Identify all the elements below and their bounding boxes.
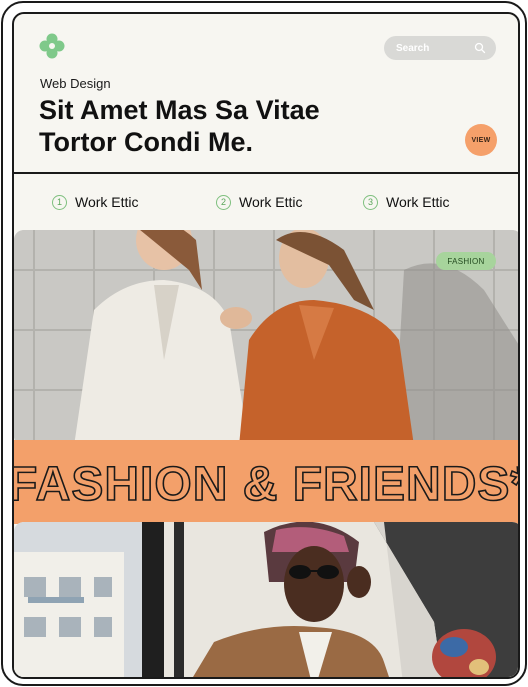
step-label: Work Ettic <box>239 194 303 210</box>
category-badge[interactable]: FASHION <box>436 252 496 270</box>
step-item-3[interactable]: 3 Work Ettic <box>363 194 450 210</box>
clover-logo-icon[interactable] <box>38 32 66 60</box>
hero-photo: FASHION <box>14 230 518 446</box>
tablet-frame: Search Web Design Sit Amet Mas Sa Vitae … <box>1 1 527 686</box>
search-input[interactable]: Search <box>384 36 496 60</box>
feature-photo <box>14 522 518 677</box>
step-item-2[interactable]: 2 Work Ettic <box>216 194 303 210</box>
banner-text-graphic: FASHION & FRIENDS* <box>14 457 520 512</box>
feature-photo-illustration <box>14 522 518 677</box>
page-title: Sit Amet Mas Sa Vitae Tortor Condi Me. <box>39 95 320 157</box>
divider <box>14 172 518 174</box>
step-item-1[interactable]: 1 Work Ettic <box>52 194 139 210</box>
step-number: 3 <box>363 194 378 210</box>
search-placeholder: Search <box>396 42 430 54</box>
marquee-banner: FASHION & FRIENDS* <box>14 440 520 524</box>
screen: Search Web Design Sit Amet Mas Sa Vitae … <box>12 12 520 679</box>
step-number: 1 <box>52 194 67 210</box>
step-label: Work Ettic <box>75 194 139 210</box>
section-kicker: Web Design <box>40 76 111 91</box>
step-label: Work Ettic <box>386 194 450 210</box>
view-button[interactable]: VIEW <box>465 124 497 156</box>
step-number: 2 <box>216 194 231 210</box>
banner-text: FASHION & FRIENDS* <box>14 458 520 511</box>
search-icon <box>474 42 486 54</box>
